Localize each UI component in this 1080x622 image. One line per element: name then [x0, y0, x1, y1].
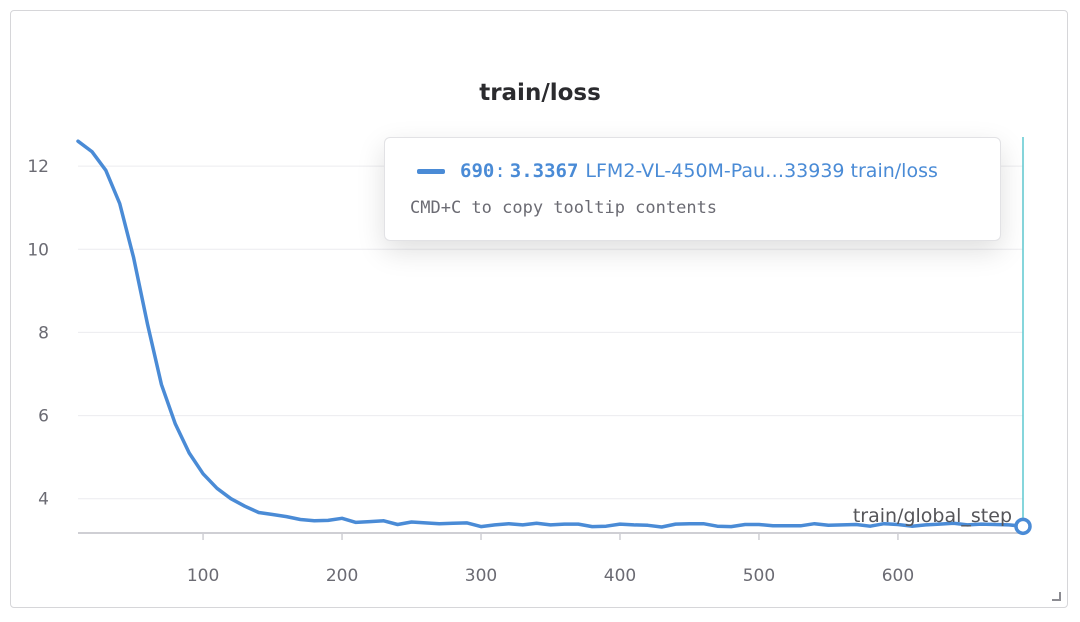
x-tick-label: 500 — [743, 566, 775, 586]
x-tick-label: 300 — [465, 566, 497, 586]
tooltip: 690 : 3.3367 LFM2-VL-450M-Pau…33939 trai… — [384, 137, 1001, 241]
x-axis-label: train/global_step — [853, 505, 1012, 527]
resize-handle-icon[interactable] — [1052, 592, 1061, 601]
x-tick-label: 200 — [326, 566, 358, 586]
x-axis-ticks: 100 200 300 400 500 600 — [187, 533, 914, 586]
tooltip-copy-hint: CMD+C to copy tooltip contents — [410, 198, 718, 218]
tooltip-value: 3.3367 — [509, 160, 579, 182]
y-tick-label: 4 — [38, 490, 49, 510]
line-chart[interactable]: 100 200 300 400 500 600 4 6 8 10 12 train/global_… — [0, 0, 1080, 622]
x-tick-label: 600 — [882, 566, 914, 586]
tooltip-row: 690 : 3.3367 LFM2-VL-450M-Pau…33939 trai… — [417, 160, 938, 182]
y-tick-label: 8 — [38, 323, 49, 343]
x-tick-label: 400 — [604, 566, 636, 586]
y-tick-label: 10 — [27, 240, 49, 260]
y-tick-label: 6 — [38, 407, 49, 427]
y-tick-label: 12 — [27, 157, 49, 177]
series-swatch-icon — [417, 168, 445, 174]
x-tick-label: 100 — [187, 566, 219, 586]
tooltip-step: 690 — [460, 160, 495, 182]
tooltip-series-name: LFM2-VL-450M-Pau…33939 train/loss — [585, 160, 938, 182]
tooltip-separator: : — [494, 160, 506, 182]
hover-point-marker — [1014, 517, 1032, 536]
y-axis-ticks: 4 6 8 10 12 — [27, 157, 49, 510]
